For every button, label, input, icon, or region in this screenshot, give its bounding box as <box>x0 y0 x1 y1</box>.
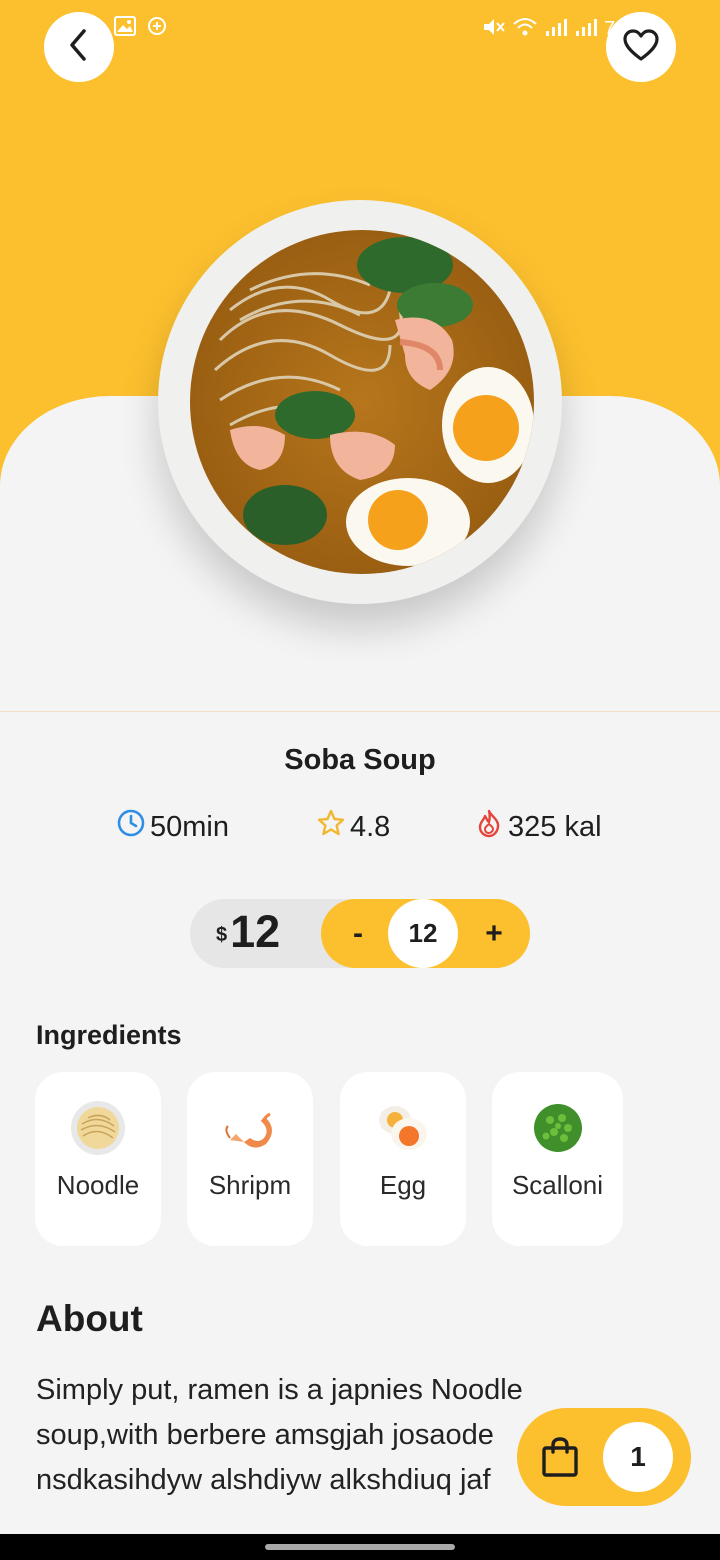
image-icon <box>114 16 136 43</box>
decrease-button[interactable]: - <box>331 899 385 968</box>
ingredient-card-egg[interactable]: Egg <box>340 1072 466 1246</box>
ingredient-label: Noodle <box>56 1170 140 1200</box>
egg-icon <box>375 1100 431 1156</box>
star-icon <box>316 808 346 846</box>
ingredient-label: Shripm <box>208 1170 292 1200</box>
shopping-bag-icon <box>541 1436 579 1483</box>
rating-value: 4.8 <box>350 810 391 843</box>
ingredient-card-shrimp[interactable]: Shripm <box>187 1072 313 1246</box>
quantity-stepper: - 12 + <box>321 899 530 968</box>
status-right: 7 <box>482 16 615 43</box>
dish-stats: 50min 4.8 325 kal <box>0 808 720 848</box>
about-heading: About <box>36 1298 143 1339</box>
calories-value: 325 kal <box>508 810 602 843</box>
clock-icon <box>116 808 146 846</box>
time-value: 50min <box>150 810 229 843</box>
mute-icon <box>482 16 506 43</box>
cart-button[interactable]: 1 <box>517 1408 691 1506</box>
noodle-icon <box>70 1100 126 1156</box>
shrimp-icon <box>222 1100 278 1156</box>
about-text: Simply put, ramen is a japnies Noodle so… <box>36 1374 523 1496</box>
price-currency: $ <box>216 924 228 946</box>
system-nav-bar <box>0 1534 720 1560</box>
heart-icon <box>622 28 660 67</box>
ingredient-card-scallion[interactable]: Scalloni <box>492 1072 623 1246</box>
chevron-left-icon <box>64 27 94 68</box>
favorite-button[interactable] <box>606 12 676 82</box>
signal-icon <box>544 16 568 43</box>
scallion-icon <box>530 1100 586 1156</box>
price: $ 12 <box>216 906 280 958</box>
signal-icon <box>574 16 598 43</box>
calories-stat: 325 kal <box>474 808 602 846</box>
home-handle[interactable] <box>265 1544 455 1550</box>
ingredient-card-noodle[interactable]: Noodle <box>35 1072 161 1246</box>
cart-count-badge: 1 <box>603 1422 673 1492</box>
ingredient-label: Scalloni <box>511 1170 604 1200</box>
soup-surface <box>190 230 534 574</box>
time-stat: 50min <box>116 808 229 846</box>
location-icon <box>146 16 168 43</box>
status-left <box>114 16 168 43</box>
quantity-value: 12 <box>388 899 458 968</box>
back-button[interactable] <box>44 12 114 82</box>
fire-icon <box>474 808 504 846</box>
ingredients-heading: Ingredients <box>36 1020 182 1050</box>
ingredient-label: Egg <box>379 1170 427 1200</box>
dish-title: Soba Soup <box>284 744 436 776</box>
divider <box>0 711 720 712</box>
price-value: 12 <box>230 906 281 957</box>
increase-button[interactable]: + <box>467 899 521 968</box>
rating-stat: 4.8 <box>316 808 390 846</box>
wifi-icon <box>512 16 538 43</box>
